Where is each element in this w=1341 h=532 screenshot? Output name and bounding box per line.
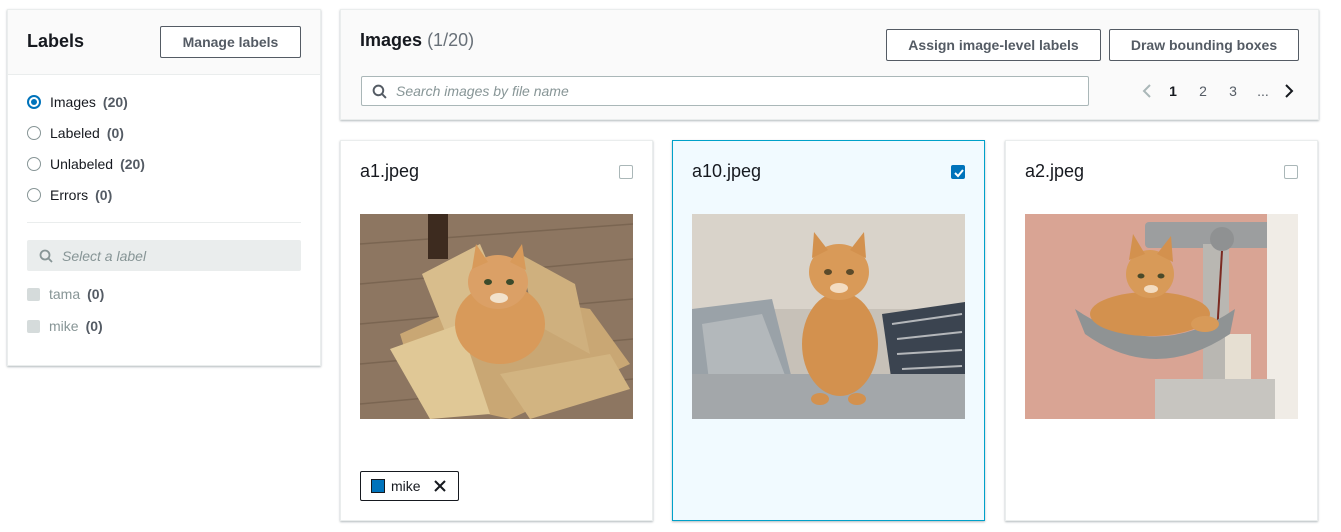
label-tag: mike — [360, 471, 459, 501]
cat-in-box-image — [360, 214, 633, 419]
image-thumbnail[interactable] — [360, 214, 633, 419]
images-title: Images (1/20) — [360, 30, 474, 51]
image-search-placeholder: Search images by file name — [396, 83, 569, 99]
radio-button[interactable] — [27, 188, 41, 202]
close-icon[interactable] — [433, 479, 447, 493]
radio-button[interactable] — [27, 157, 41, 171]
images-count: (1/20) — [427, 30, 475, 50]
image-filename: a10.jpeg — [692, 161, 762, 181]
filter-label: Images — [50, 94, 96, 110]
image-thumbnail[interactable] — [1025, 214, 1298, 419]
filter-unlabeled[interactable]: Unlabeled (20) — [27, 156, 145, 172]
image-filename: a2.jpeg — [1025, 161, 1085, 181]
label-search-input[interactable]: Select a label — [27, 240, 301, 271]
labels-panel-header: Labels Manage labels — [8, 10, 320, 75]
filter-count: (0) — [106, 125, 124, 141]
filter-labeled[interactable]: Labeled (0) — [27, 125, 124, 141]
assign-image-labels-button[interactable]: Assign image-level labels — [886, 29, 1101, 61]
filter-count: (0) — [95, 187, 113, 203]
labels-panel-title: Labels — [27, 31, 85, 51]
filter-count: (20) — [102, 94, 128, 110]
image-card[interactable]: a1.jpeg mike — [340, 140, 653, 521]
label-name: mike — [49, 318, 79, 334]
filter-images[interactable]: Images (20) — [27, 94, 128, 110]
labels-panel: Labels Manage labels Images (20) Labeled… — [7, 9, 321, 366]
divider — [27, 222, 301, 223]
chevron-left-icon[interactable] — [1136, 83, 1158, 99]
label-count: (0) — [87, 286, 105, 302]
image-card[interactable]: a2.jpeg — [1005, 140, 1318, 521]
radio-button[interactable] — [27, 95, 41, 109]
cat-in-hammock-image — [1025, 214, 1298, 419]
label-name: tama — [49, 286, 81, 302]
radio-button[interactable] — [27, 126, 41, 140]
image-checkbox[interactable] — [951, 165, 965, 179]
page-1[interactable]: 1 — [1158, 83, 1188, 99]
images-header-panel: Images (1/20) Assign image-level labels … — [340, 9, 1319, 120]
page-ellipsis: ... — [1257, 83, 1269, 99]
image-search-input[interactable]: Search images by file name — [361, 76, 1089, 106]
page-2[interactable]: 2 — [1188, 83, 1218, 99]
image-thumbnail[interactable] — [692, 214, 965, 419]
draw-bounding-boxes-button[interactable]: Draw bounding boxes — [1109, 29, 1299, 61]
label-color-swatch — [371, 479, 385, 493]
chevron-right-icon[interactable] — [1278, 83, 1300, 99]
filter-label: Errors — [50, 187, 89, 203]
manage-labels-button[interactable]: Manage labels — [160, 26, 301, 58]
label-tag-name: mike — [391, 478, 421, 494]
label-item-mike: mike (0) — [27, 318, 103, 334]
filter-errors[interactable]: Errors (0) — [27, 187, 112, 203]
filter-label: Labeled — [50, 125, 100, 141]
checkmark-icon — [954, 169, 964, 178]
page-3[interactable]: 3 — [1218, 83, 1248, 99]
image-filename: a1.jpeg — [360, 161, 420, 181]
label-item-tama: tama (0) — [27, 286, 104, 302]
search-icon — [39, 249, 53, 263]
checkbox-disabled — [27, 319, 40, 333]
search-icon — [372, 84, 387, 99]
image-checkbox[interactable] — [1284, 165, 1298, 179]
pagination: 1 2 3 ... — [1136, 80, 1300, 102]
filter-count: (20) — [120, 156, 145, 172]
image-checkbox[interactable] — [619, 165, 633, 179]
images-title-text: Images — [360, 30, 423, 50]
checkbox-disabled — [27, 287, 40, 301]
label-search-placeholder: Select a label — [62, 247, 147, 264]
filter-label: Unlabeled — [50, 156, 114, 172]
label-count: (0) — [85, 318, 103, 334]
image-card[interactable]: a10.jpeg — [672, 140, 985, 521]
cat-on-bed-image — [692, 214, 965, 419]
